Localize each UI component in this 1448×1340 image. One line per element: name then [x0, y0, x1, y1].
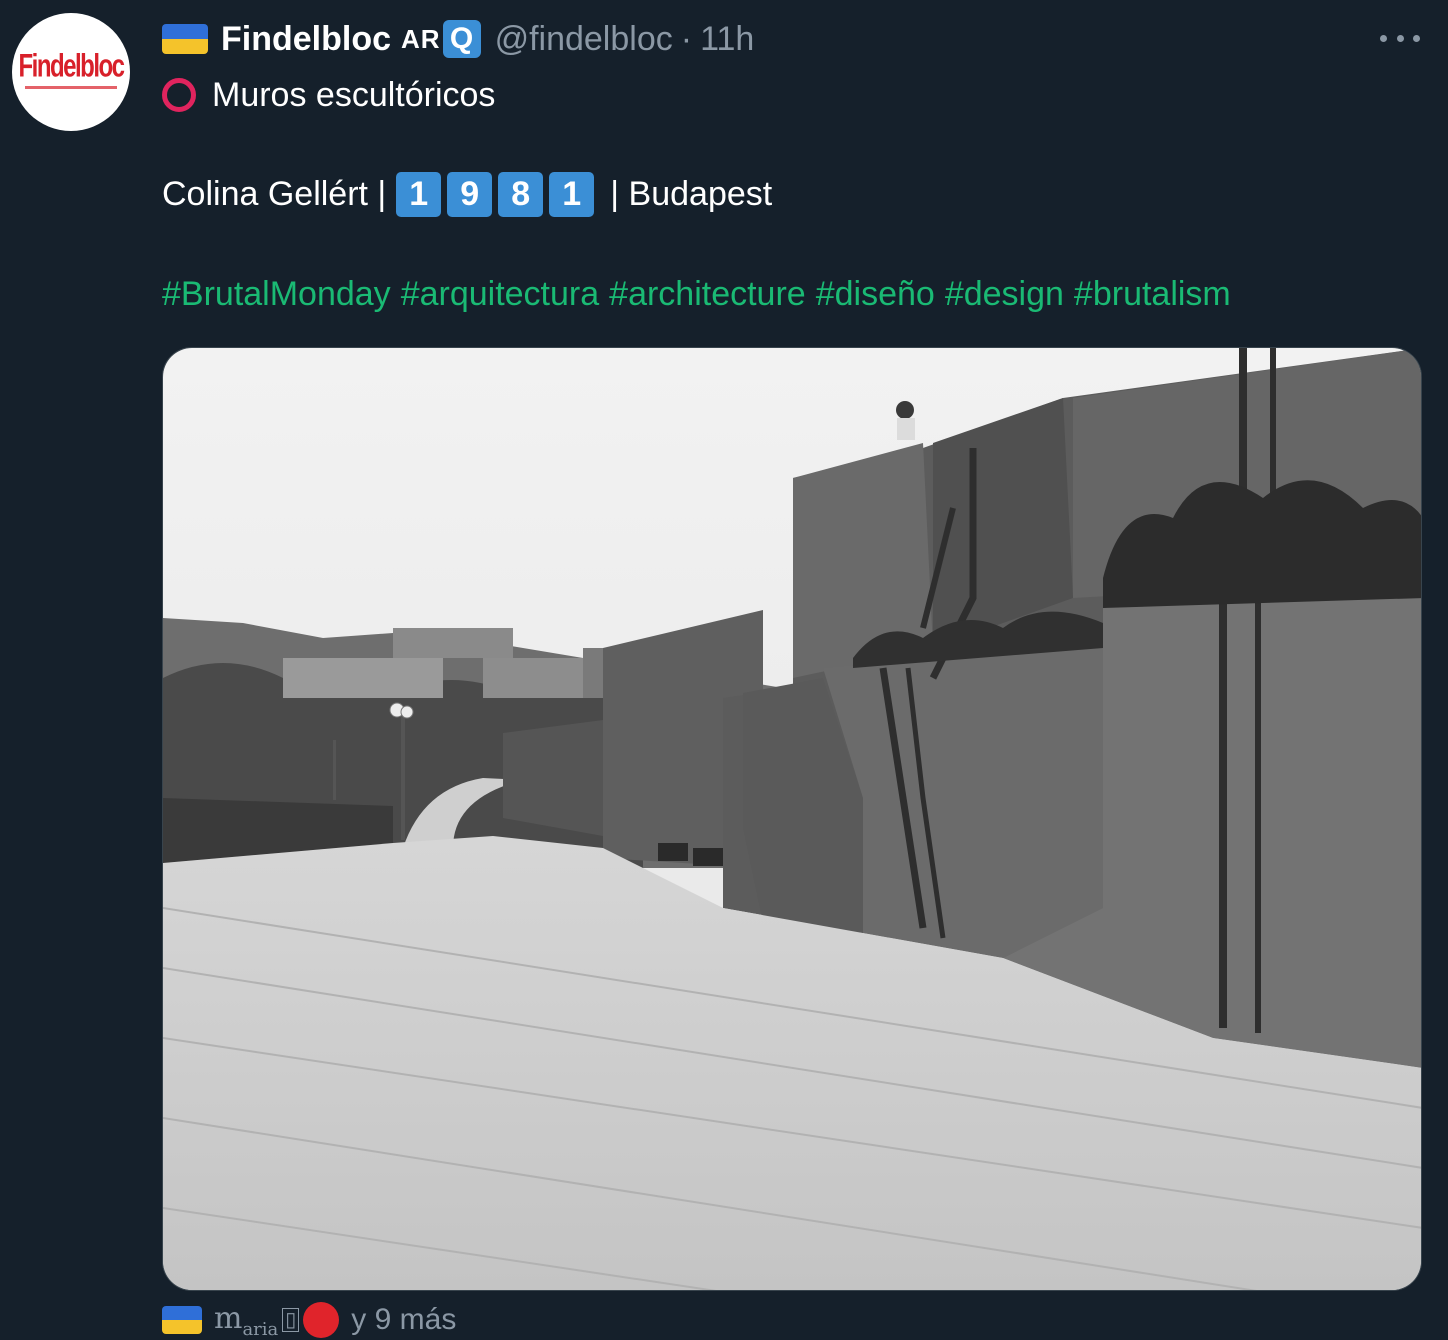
author-handle[interactable]: @findelbloc [495, 20, 673, 59]
avatar-logo-text: Findelbloc [18, 48, 126, 85]
ukraine-flag-icon [162, 1306, 202, 1334]
red-circle-icon [303, 1302, 340, 1338]
tweet-timestamp[interactable]: 11h [700, 20, 754, 59]
tweet-text-line-1: Muros escultóricos [162, 72, 495, 118]
keycap-digit-icon: 8 [498, 171, 544, 217]
avatar-logo-underline [25, 86, 117, 89]
hashtag-link[interactable]: #BrutalMonday [162, 275, 391, 314]
location-prefix: Colina Gellért | [162, 174, 387, 213]
hashtag-link[interactable]: #arquitectura [401, 275, 599, 314]
keycap-digit-icon: 9 [447, 171, 493, 217]
keycap-digit-icon: 1 [549, 171, 595, 217]
q-keycap-icon: Q [442, 20, 481, 58]
tweet-header: Findelbloc AR Q @findelbloc · 11h [162, 17, 754, 61]
liker-name[interactable]: maria [214, 1301, 278, 1340]
ukraine-flag-icon [162, 24, 208, 54]
hashtags: #BrutalMonday #arquitectura #architectur… [162, 270, 1241, 318]
missing-glyph: ▯ [282, 1308, 300, 1332]
header-separator: · [680, 19, 693, 58]
hashtag-link[interactable]: #diseño [816, 275, 935, 314]
brutalist-wall-photo [163, 348, 1421, 1290]
hashtag-link[interactable]: #design [945, 275, 1064, 314]
tweet-text-line-2: Colina Gellért | 1 9 8 1 | Budapest [162, 170, 772, 218]
liker-name-initial: m [214, 1300, 243, 1336]
red-circle-icon [162, 78, 196, 112]
location-suffix: | Budapest [610, 174, 773, 213]
liker-name-sub: aria [242, 1318, 279, 1340]
more-likers-text[interactable]: y 9 más [351, 1303, 456, 1337]
more-options-icon[interactable] [1380, 26, 1420, 50]
keycap-digit-icon: 1 [396, 171, 442, 217]
author-name[interactable]: Findelbloc [221, 20, 391, 59]
year-keycaps: 1 9 8 1 [396, 171, 600, 217]
tweet-photo[interactable] [162, 347, 1422, 1291]
hashtag-link[interactable]: #brutalism [1074, 275, 1231, 314]
avatar[interactable]: Findelbloc [12, 13, 130, 131]
tweet-title: Muros escultóricos [212, 75, 496, 114]
likes-row[interactable]: maria ▯ y 9 más [162, 1300, 456, 1340]
hashtag-link[interactable]: #architecture [609, 275, 806, 314]
author-badge-text: AR [401, 23, 441, 54]
